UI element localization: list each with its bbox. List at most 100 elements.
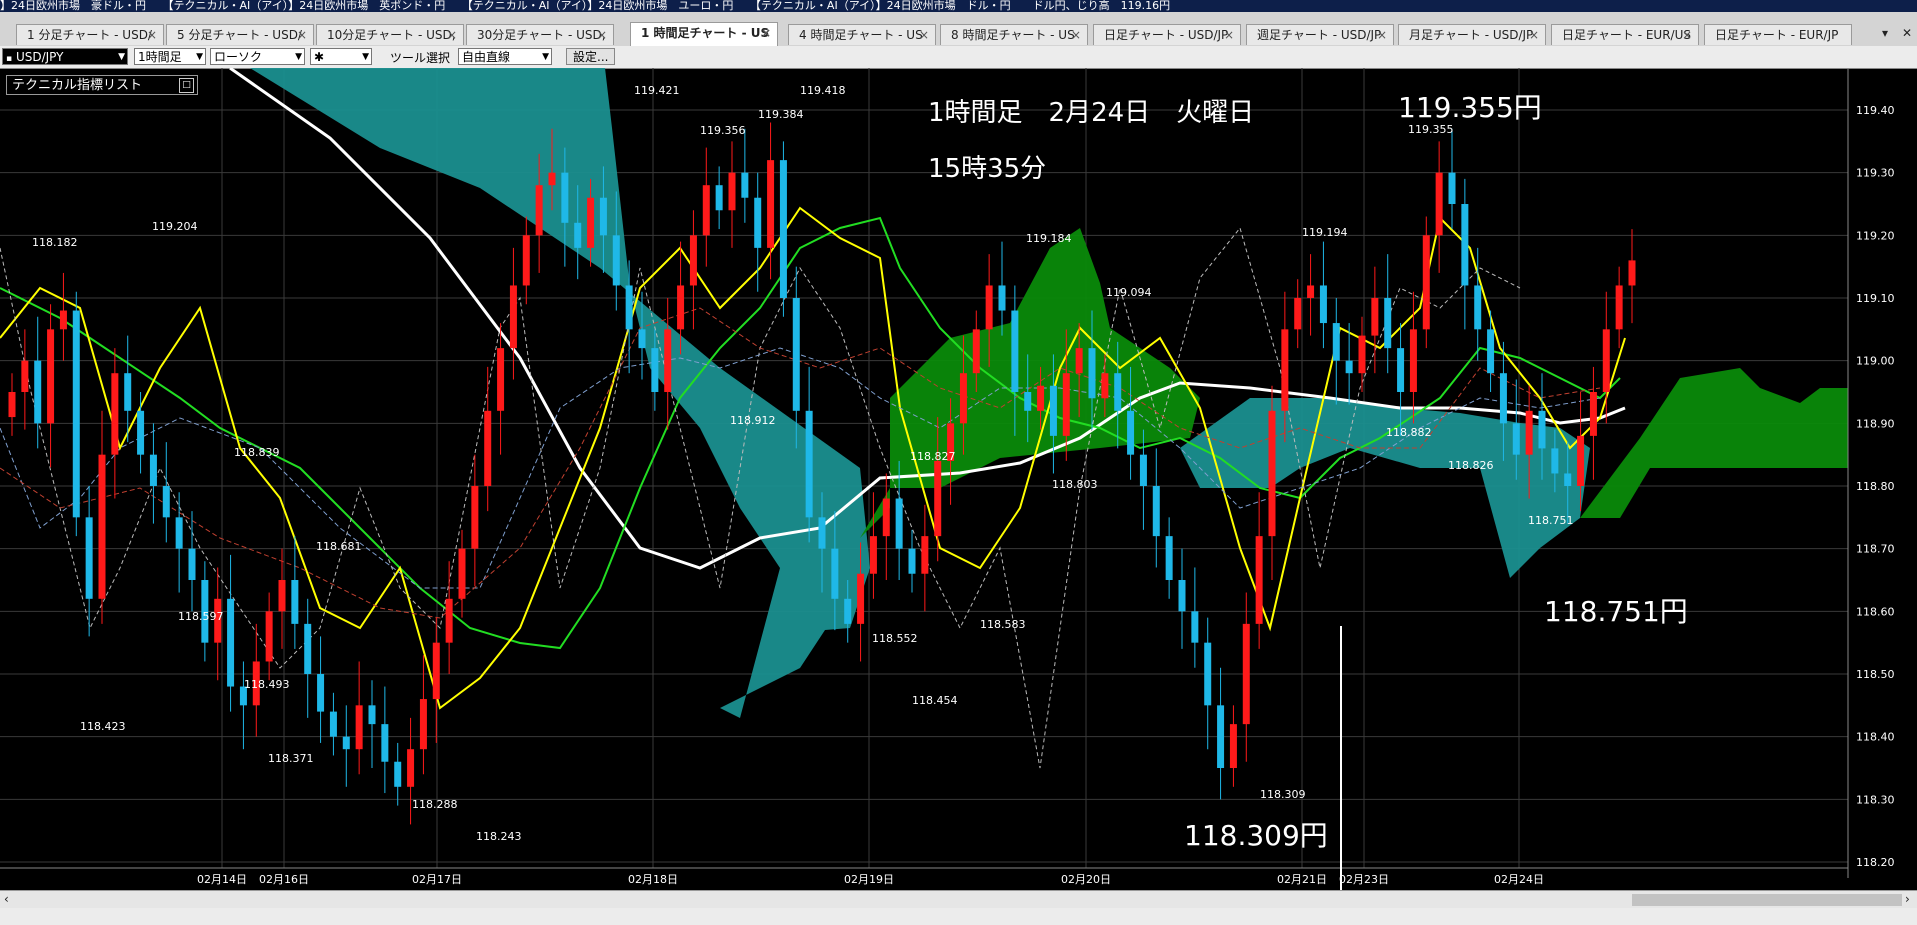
- y-tick-label: 118.50: [1856, 668, 1895, 681]
- y-tick-label: 119.10: [1856, 292, 1895, 305]
- close-icon[interactable]: ×: [447, 25, 457, 45]
- candle-body: [985, 285, 993, 330]
- timeframe-select[interactable]: 1時間足 ▼: [134, 48, 206, 65]
- tab-label: 日足チャート - EUR/JP: [1715, 28, 1839, 42]
- tab-weekly-usdjpy[interactable]: 週足チャート - USD/JP ×: [1246, 24, 1394, 45]
- tab-1hour[interactable]: 1 時間足チャート - US ×: [630, 22, 778, 46]
- tab-label: 4 時間足チャート - US: [799, 28, 923, 42]
- candle-body: [1204, 642, 1212, 706]
- scroll-thumb[interactable]: [1632, 894, 1902, 906]
- tab-label: 1 分足チャート - USD/: [27, 28, 152, 42]
- candle-body: [34, 360, 42, 424]
- price-label: 118.597: [178, 610, 224, 623]
- candle-body: [1525, 410, 1533, 455]
- candle-body: [1255, 536, 1263, 624]
- candle-body: [535, 185, 543, 236]
- y-tick-label: 119.40: [1856, 104, 1895, 117]
- flag-icon: ▪: [6, 54, 13, 64]
- tool-select[interactable]: 自由直線 ▼: [458, 48, 552, 65]
- news-ticker[interactable]: 】24日欧州市場 豪ドル・円 【テクニカル・AI（アイ）】24日欧州市場 英ポン…: [0, 0, 1917, 12]
- candle-body: [831, 548, 839, 599]
- tab-list-dropdown-icon[interactable]: ▾: [1882, 26, 1888, 40]
- cloud-bullish: [860, 228, 1200, 538]
- candle-body: [342, 736, 350, 750]
- close-icon[interactable]: ×: [297, 25, 307, 45]
- tab-daily-eurjpy[interactable]: 日足チャート - EUR/JP: [1704, 24, 1852, 45]
- price-label: 118.583: [980, 618, 1026, 631]
- candle-body: [908, 548, 916, 574]
- price-label: 118.493: [244, 678, 290, 691]
- candle-body: [317, 674, 325, 712]
- scroll-right-icon[interactable]: ›: [1905, 892, 1910, 906]
- price-label: 119.421: [634, 84, 680, 97]
- candle-body: [1448, 172, 1456, 204]
- marker-select[interactable]: ✱ ▼: [310, 48, 372, 65]
- price-label: 118.803: [1052, 478, 1098, 491]
- close-icon[interactable]: ×: [761, 23, 771, 44]
- close-icon[interactable]: ×: [1071, 25, 1081, 45]
- tab-monthly-usdjpy[interactable]: 月足チャート - USD/JP ×: [1398, 24, 1546, 45]
- candle-body: [561, 172, 569, 223]
- chart-type-select[interactable]: ローソク ▼: [210, 48, 305, 65]
- tab-label: 週足チャート - USD/JP: [1257, 28, 1382, 42]
- y-tick-label: 118.40: [1856, 731, 1895, 744]
- tab-4hour[interactable]: 4 時間足チャート - US ×: [788, 24, 936, 45]
- settings-button[interactable]: 設定...: [566, 48, 616, 65]
- tab-8hour[interactable]: 8 時間足チャート - US ×: [940, 24, 1088, 45]
- x-tick-label: 02月20日: [1061, 873, 1111, 886]
- close-icon[interactable]: ×: [1224, 25, 1234, 45]
- collapse-icon[interactable]: □: [179, 78, 194, 93]
- tab-daily-eurusd[interactable]: 日足チャート - EUR/US ×: [1551, 24, 1699, 45]
- close-icon[interactable]: ×: [147, 25, 157, 45]
- candle-body: [278, 580, 286, 612]
- close-icon[interactable]: ×: [919, 25, 929, 45]
- candle-body: [1152, 486, 1160, 537]
- y-tick-label: 118.90: [1856, 417, 1895, 430]
- indicator-list-panel[interactable]: テクニカル指標リスト □: [6, 75, 198, 95]
- candle-body: [47, 329, 55, 424]
- price-label: 118.912: [730, 414, 776, 427]
- candle-body: [419, 699, 427, 750]
- tab-10min[interactable]: 10分足チャート - USD, ×: [316, 24, 464, 45]
- tab-label: 月足チャート - USD/JP: [1409, 28, 1534, 42]
- scroll-left-icon[interactable]: ‹: [4, 892, 9, 906]
- close-icon[interactable]: ×: [597, 25, 607, 45]
- tab-label: 日足チャート - EUR/US: [1562, 28, 1691, 42]
- candle-body: [1371, 298, 1379, 336]
- candle-body: [1319, 285, 1327, 324]
- candle-body: [689, 235, 697, 286]
- symbol-select[interactable]: ▪ USD/JPY ▼: [2, 48, 128, 65]
- close-icon[interactable]: ×: [1377, 25, 1387, 45]
- price-label: 118.243: [476, 830, 522, 843]
- candle-body: [1461, 204, 1469, 286]
- annotation-high: 119.355円: [1398, 91, 1542, 124]
- price-label: 118.839: [234, 446, 280, 459]
- candle-body: [188, 548, 196, 580]
- candle-body: [355, 705, 363, 750]
- candle-body: [921, 536, 929, 574]
- horizontal-scrollbar[interactable]: ‹ ›: [0, 890, 1917, 909]
- price-label: 118.827: [910, 450, 956, 463]
- candle-body: [818, 517, 826, 549]
- tab-label: 30分足チャート - USD,: [477, 28, 606, 42]
- price-label: 118.882: [1386, 426, 1432, 439]
- x-tick-label: 02月16日: [259, 873, 309, 886]
- tab-1min[interactable]: 1 分足チャート - USD/×: [16, 24, 164, 45]
- candle-body: [599, 197, 607, 236]
- close-all-icon[interactable]: ✕: [1902, 26, 1912, 40]
- close-icon[interactable]: ×: [1682, 25, 1692, 45]
- close-icon[interactable]: ×: [1529, 25, 1539, 45]
- tab-daily-usdjpy[interactable]: 日足チャート - USD/JP ×: [1093, 24, 1241, 45]
- candle-body: [1294, 298, 1302, 330]
- candle-body: [844, 598, 852, 624]
- candle-body: [265, 611, 273, 662]
- price-chart[interactable]: 118.182 119.204 118.423 118.597 118.839 118.4…: [0, 68, 1917, 890]
- candle-body: [1577, 435, 1585, 486]
- tab-30min[interactable]: 30分足チャート - USD, ×: [466, 24, 614, 45]
- tab-5min[interactable]: 5 分足チャート - USD/×: [166, 24, 314, 45]
- price-label: 118.751: [1528, 514, 1574, 527]
- candle-body: [664, 329, 672, 392]
- candle-body: [149, 454, 157, 486]
- cloud-bullish: [1580, 368, 1848, 518]
- status-bar: [0, 908, 1917, 925]
